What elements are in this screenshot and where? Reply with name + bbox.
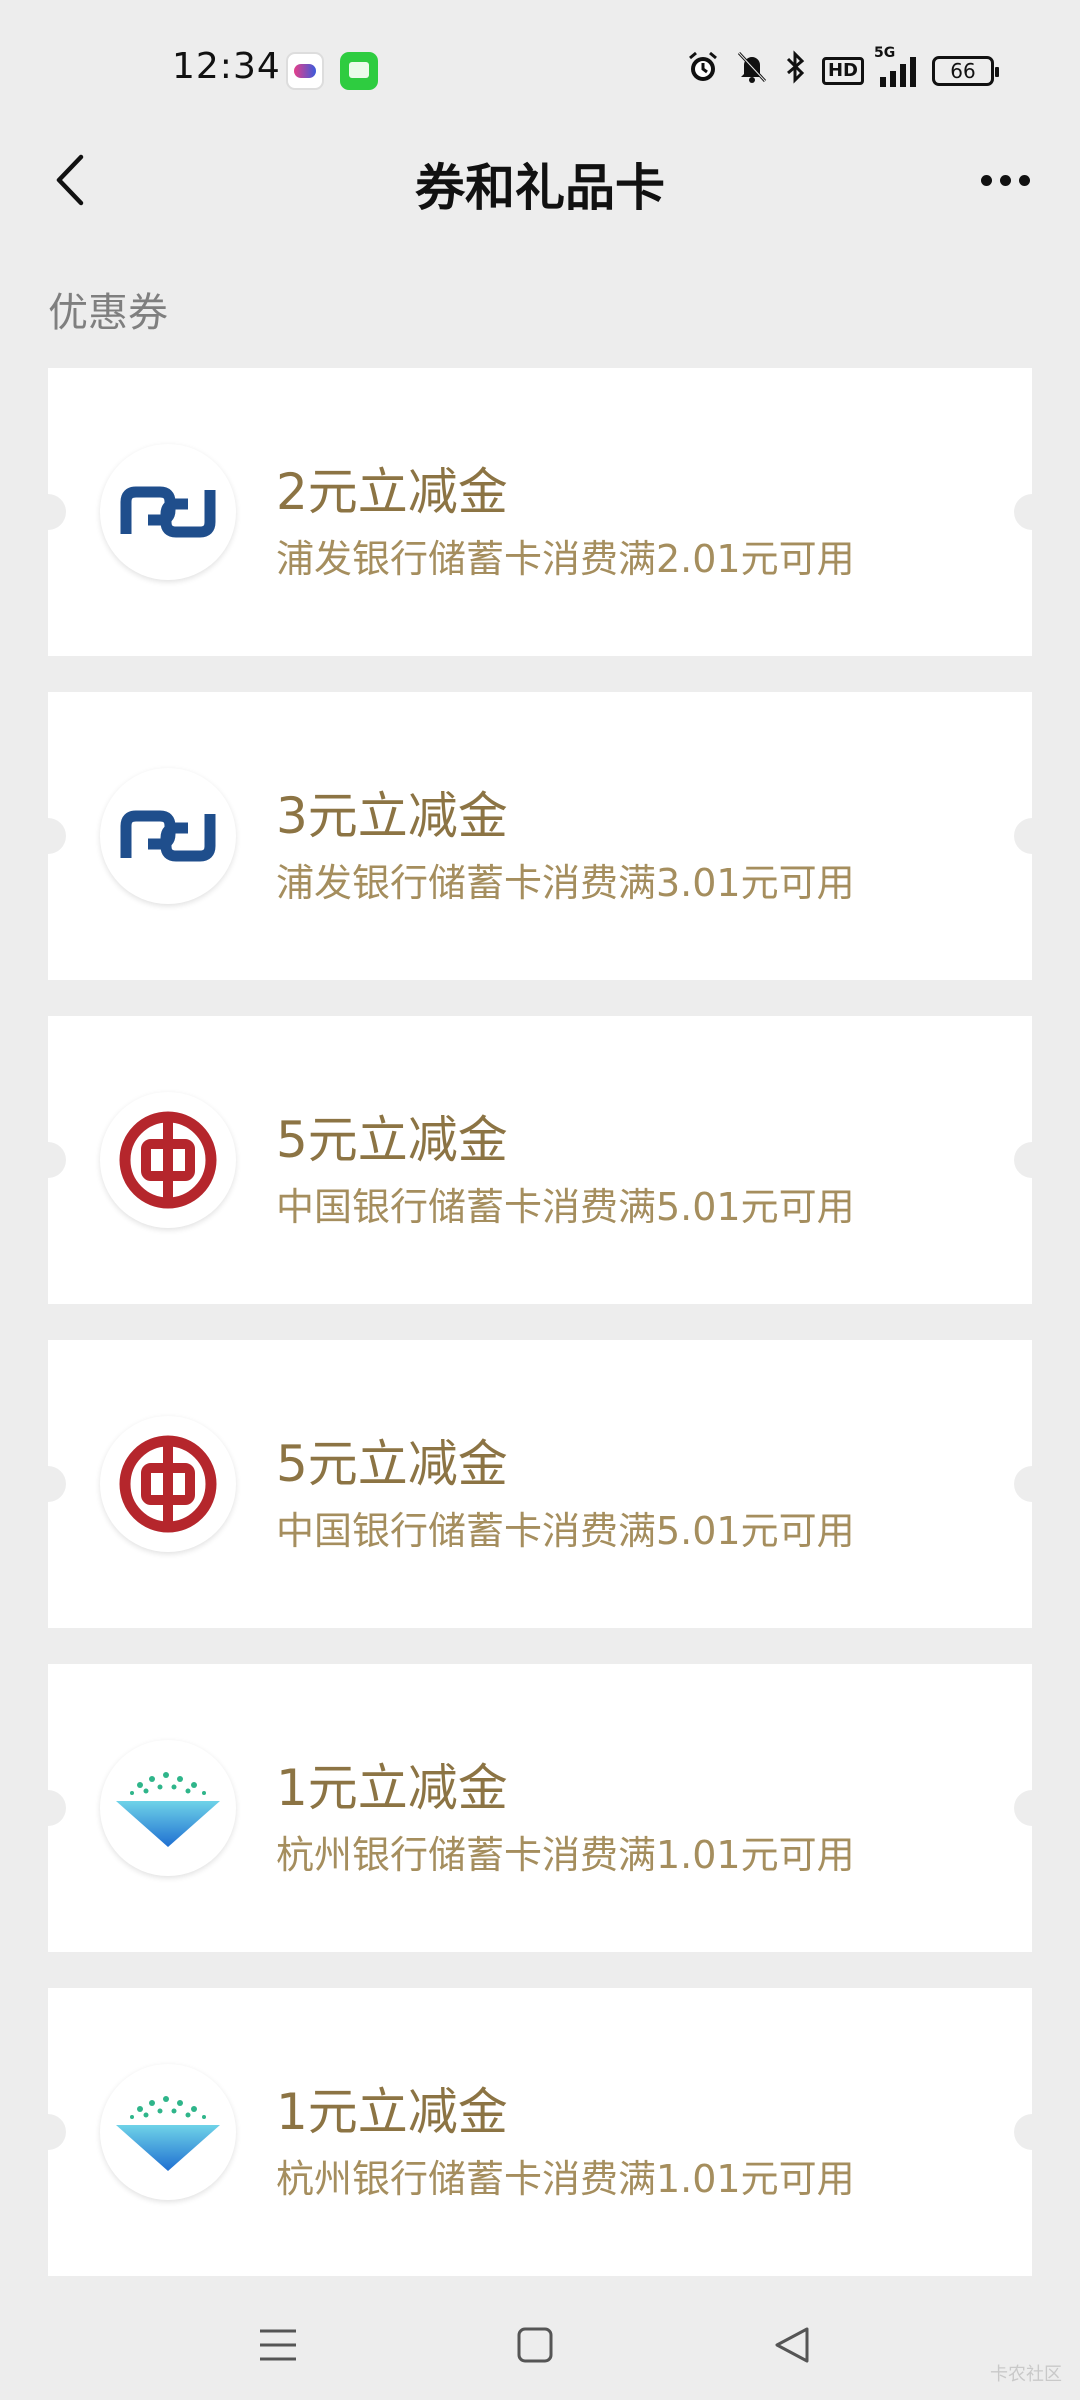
boc-logo-icon xyxy=(100,1416,236,1552)
system-back-button[interactable] xyxy=(757,2310,827,2380)
coupon-card[interactable]: 5元立减金 中国银行储蓄卡消费满5.01元可用 xyxy=(30,1016,1050,1304)
coupon-card[interactable]: 5元立减金 中国银行储蓄卡消费满5.01元可用 xyxy=(30,1340,1050,1628)
hzbank-logo-icon xyxy=(100,2064,236,2200)
coupon-description: 中国银行储蓄卡消费满5.01元可用 xyxy=(276,1185,855,1229)
coupon-title: 1元立减金 xyxy=(276,2083,508,2141)
watermark: 卡农社区 xyxy=(990,2364,1062,2385)
hzbank-logo-icon xyxy=(100,1740,236,1876)
status-icons: HD 5G 66 xyxy=(686,45,999,94)
nav-bar: 券和礼品卡 xyxy=(0,140,1080,220)
page-title: 券和礼品卡 xyxy=(415,159,665,217)
back-triangle-icon xyxy=(775,2327,809,2363)
more-dots-icon xyxy=(980,174,992,186)
spdb-logo-icon xyxy=(100,768,236,904)
network-type: 5G xyxy=(874,45,896,61)
spdb-logo-icon xyxy=(100,444,236,580)
message-notification-icon xyxy=(340,52,378,90)
signal-icon: 5G xyxy=(874,45,916,87)
more-button[interactable] xyxy=(970,150,1040,210)
coupon-description: 杭州银行储蓄卡消费满1.01元可用 xyxy=(276,2157,855,2201)
alarm-icon xyxy=(686,50,720,92)
coupon-title: 3元立减金 xyxy=(276,787,508,845)
coupon-list: 2元立减金 浦发银行储蓄卡消费满2.01元可用 3元立减金 浦发银行储蓄卡消费满… xyxy=(30,368,1050,2312)
coupon-card[interactable]: 1元立减金 杭州银行储蓄卡消费满1.01元可用 xyxy=(30,1988,1050,2276)
coupon-card[interactable]: 1元立减金 杭州银行储蓄卡消费满1.01元可用 xyxy=(30,1664,1050,1952)
system-nav-bar xyxy=(0,2290,1080,2400)
coupon-description: 中国银行储蓄卡消费满5.01元可用 xyxy=(276,1509,855,1553)
menu-icon xyxy=(260,2329,296,2361)
coupon-description: 杭州银行储蓄卡消费满1.01元可用 xyxy=(276,1833,855,1877)
bluetooth-icon xyxy=(784,50,806,92)
section-label: 优惠券 xyxy=(48,290,168,336)
home-button[interactable] xyxy=(500,2310,570,2380)
coupon-title: 5元立减金 xyxy=(276,1435,508,1493)
status-bar: 12:34 HD 5G 66 xyxy=(0,0,1080,140)
coupon-card[interactable]: 3元立减金 浦发银行储蓄卡消费满3.01元可用 xyxy=(30,692,1050,980)
coupon-card[interactable]: 2元立减金 浦发银行储蓄卡消费满2.01元可用 xyxy=(30,368,1050,656)
coupon-description: 浦发银行储蓄卡消费满2.01元可用 xyxy=(276,537,855,581)
coupon-title: 1元立减金 xyxy=(276,1759,508,1817)
coupon-description: 浦发银行储蓄卡消费满3.01元可用 xyxy=(276,861,855,905)
mute-bell-icon xyxy=(736,50,768,92)
coupon-title: 2元立减金 xyxy=(276,463,508,521)
battery-icon: 66 xyxy=(932,56,999,86)
app-notification-icon xyxy=(286,52,324,90)
home-icon xyxy=(517,2327,553,2363)
coupon-title: 5元立减金 xyxy=(276,1111,508,1169)
status-time: 12:34 xyxy=(172,46,281,87)
boc-logo-icon xyxy=(100,1092,236,1228)
menu-button[interactable] xyxy=(243,2310,313,2380)
hd-icon: HD xyxy=(821,57,864,85)
battery-level: 66 xyxy=(950,59,976,83)
